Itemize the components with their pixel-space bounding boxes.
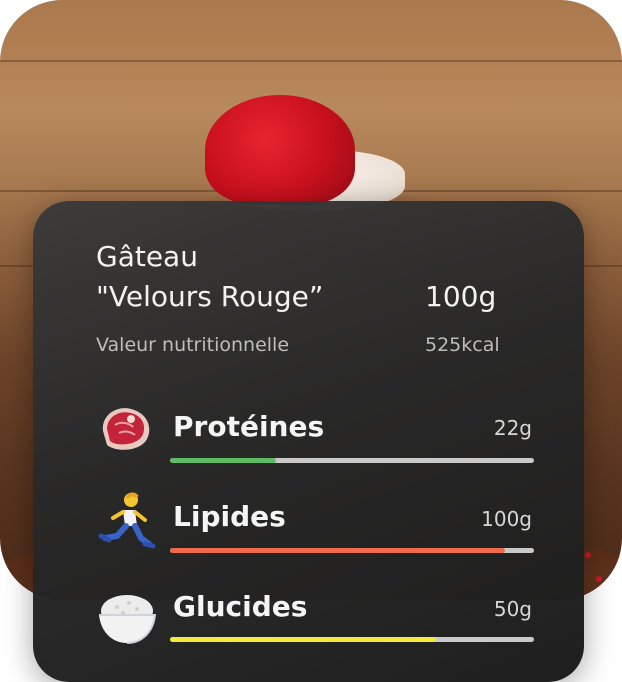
macro-label: Lipides bbox=[173, 500, 286, 533]
macro-label: Protéines bbox=[173, 410, 325, 443]
food-title-line2: "Velours Rouge” bbox=[96, 280, 324, 313]
energy-value: 525kcal bbox=[425, 334, 500, 356]
food-title-line1: Gâteau bbox=[96, 240, 198, 273]
steak-icon bbox=[102, 408, 150, 450]
macro-value: 50g bbox=[493, 597, 532, 621]
nutrition-label: Valeur nutritionnelle bbox=[96, 334, 290, 356]
nutrition-card: Gâteau "Velours Rouge” 100g Valeur nutri… bbox=[33, 201, 584, 682]
rice-bowl-icon bbox=[99, 595, 157, 644]
macro-label: Glucides bbox=[173, 590, 308, 623]
macro-progress-fill bbox=[170, 548, 505, 553]
portion-weight: 100g bbox=[425, 280, 497, 313]
macro-value: 22g bbox=[493, 416, 532, 440]
macro-progress-fill bbox=[170, 637, 436, 642]
red-velvet-crumbs bbox=[205, 95, 355, 205]
macro-progress-track bbox=[170, 458, 534, 463]
macro-progress-fill bbox=[170, 458, 276, 463]
runner-icon bbox=[98, 492, 156, 549]
macro-progress-track bbox=[170, 548, 534, 553]
macro-value: 100g bbox=[481, 507, 532, 531]
macro-progress-track bbox=[170, 637, 534, 642]
